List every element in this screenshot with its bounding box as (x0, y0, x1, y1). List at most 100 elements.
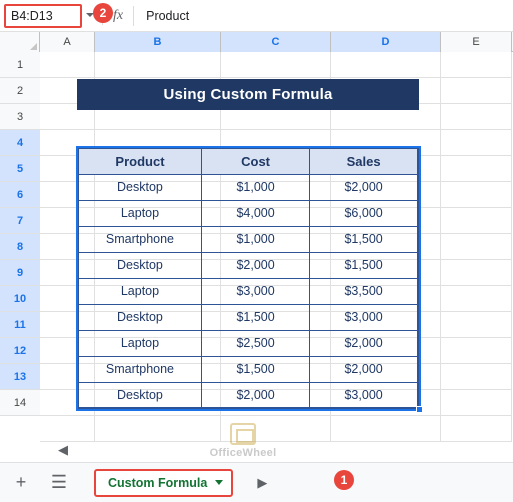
grid-cell[interactable] (95, 390, 221, 416)
grid-cell[interactable] (95, 312, 221, 338)
grid-cell[interactable] (331, 338, 441, 364)
grid-cell[interactable] (40, 234, 95, 260)
grid-cell[interactable] (441, 390, 512, 416)
grid-cell[interactable] (441, 130, 512, 156)
row-header-5[interactable]: 5 (0, 156, 40, 182)
grid-cell[interactable] (331, 156, 441, 182)
column-header-d[interactable]: D (331, 32, 441, 52)
grid-cell[interactable] (331, 416, 441, 442)
sheet-tab-container[interactable]: Custom Formula (94, 466, 234, 500)
grid-cell[interactable] (441, 364, 512, 390)
grid-cell[interactable] (40, 52, 95, 78)
grid-cell[interactable] (331, 286, 441, 312)
scroll-left-icon[interactable]: ◀ (58, 442, 68, 458)
grid-cell[interactable] (441, 416, 512, 442)
grid-cell[interactable] (40, 182, 95, 208)
grid-cell[interactable] (221, 234, 331, 260)
grid-cell[interactable] (331, 260, 441, 286)
grid-cell[interactable] (221, 104, 331, 130)
grid-cell[interactable] (441, 286, 512, 312)
all-sheets-button[interactable]: ☰ (42, 466, 76, 500)
grid-cell[interactable] (221, 390, 331, 416)
grid-cell[interactable] (40, 338, 95, 364)
row-header-6[interactable]: 6 (0, 182, 40, 208)
sheet-tab-custom-formula[interactable]: Custom Formula (94, 468, 234, 497)
grid-cell[interactable] (441, 208, 512, 234)
grid-cell[interactable] (95, 260, 221, 286)
grid-cell[interactable] (441, 104, 512, 130)
grid-cell[interactable] (441, 78, 512, 104)
column-header-b[interactable]: B (95, 32, 221, 52)
grid-cell[interactable] (331, 78, 441, 104)
grid-cell[interactable] (95, 78, 221, 104)
grid-cell[interactable] (221, 260, 331, 286)
grid-cell[interactable] (331, 130, 441, 156)
grid-cell[interactable] (95, 338, 221, 364)
grid-cell[interactable] (331, 234, 441, 260)
row-header-9[interactable]: 9 (0, 260, 40, 286)
grid-cell[interactable] (95, 208, 221, 234)
grid-cell[interactable] (40, 208, 95, 234)
grid-cell[interactable] (221, 78, 331, 104)
select-all-corner[interactable] (0, 32, 40, 52)
grid-cell[interactable] (221, 182, 331, 208)
grid-cell[interactable] (40, 364, 95, 390)
grid-cell[interactable] (221, 286, 331, 312)
row-header-3[interactable]: 3 (0, 104, 40, 130)
grid-cell[interactable] (441, 312, 512, 338)
row-header-13[interactable]: 13 (0, 364, 40, 390)
chevron-down-icon[interactable] (215, 480, 224, 485)
grid-cell[interactable] (95, 182, 221, 208)
grid-cell[interactable] (441, 156, 512, 182)
grid-cell[interactable] (441, 234, 512, 260)
grid-cell[interactable] (331, 208, 441, 234)
row-header-7[interactable]: 7 (0, 208, 40, 234)
grid-cell[interactable] (441, 182, 512, 208)
grid-cell[interactable] (331, 182, 441, 208)
name-box[interactable]: B4:D13 (4, 3, 82, 28)
name-box-container[interactable]: B4:D13 (0, 0, 94, 32)
row-header-2[interactable]: 2 (0, 78, 40, 104)
row-header-11[interactable]: 11 (0, 312, 40, 338)
row-header-1[interactable]: 1 (0, 52, 40, 78)
grid-cell[interactable] (221, 130, 331, 156)
grid-cell[interactable] (95, 416, 221, 442)
grid-cell[interactable] (331, 312, 441, 338)
grid-cell[interactable] (95, 130, 221, 156)
grid-cell[interactable] (40, 390, 95, 416)
grid-cell[interactable] (441, 338, 512, 364)
grid-cell[interactable] (95, 364, 221, 390)
next-sheet-icon[interactable]: ▶ (257, 475, 267, 491)
grid-cell[interactable] (331, 364, 441, 390)
grid-cell[interactable] (331, 390, 441, 416)
grid-cell[interactable] (40, 286, 95, 312)
grid-cell[interactable] (40, 312, 95, 338)
grid-cell[interactable] (95, 286, 221, 312)
grid-cell[interactable] (40, 104, 95, 130)
grid-cell[interactable] (331, 104, 441, 130)
column-header-e[interactable]: E (441, 32, 512, 52)
row-header-4[interactable]: 4 (0, 130, 40, 156)
grid-cell[interactable] (40, 130, 95, 156)
grid-cell[interactable] (221, 156, 331, 182)
grid-cell[interactable] (441, 260, 512, 286)
cell-grid[interactable] (40, 52, 513, 442)
grid-cell[interactable] (221, 338, 331, 364)
grid-cell[interactable] (221, 208, 331, 234)
grid-cell[interactable] (40, 416, 95, 442)
grid-cell[interactable] (95, 234, 221, 260)
grid-cell[interactable] (331, 52, 441, 78)
grid-cell[interactable] (40, 260, 95, 286)
grid-cell[interactable] (221, 52, 331, 78)
grid-cell[interactable] (95, 104, 221, 130)
grid-cell[interactable] (95, 52, 221, 78)
column-header-a[interactable]: A (40, 32, 95, 52)
grid-cell[interactable] (40, 156, 95, 182)
formula-input[interactable]: Product (146, 9, 189, 23)
grid-cell[interactable] (221, 416, 331, 442)
grid-cell[interactable] (221, 312, 331, 338)
grid-cell[interactable] (221, 364, 331, 390)
column-header-c[interactable]: C (221, 32, 331, 52)
grid-cell[interactable] (441, 52, 512, 78)
row-header-8[interactable]: 8 (0, 234, 40, 260)
